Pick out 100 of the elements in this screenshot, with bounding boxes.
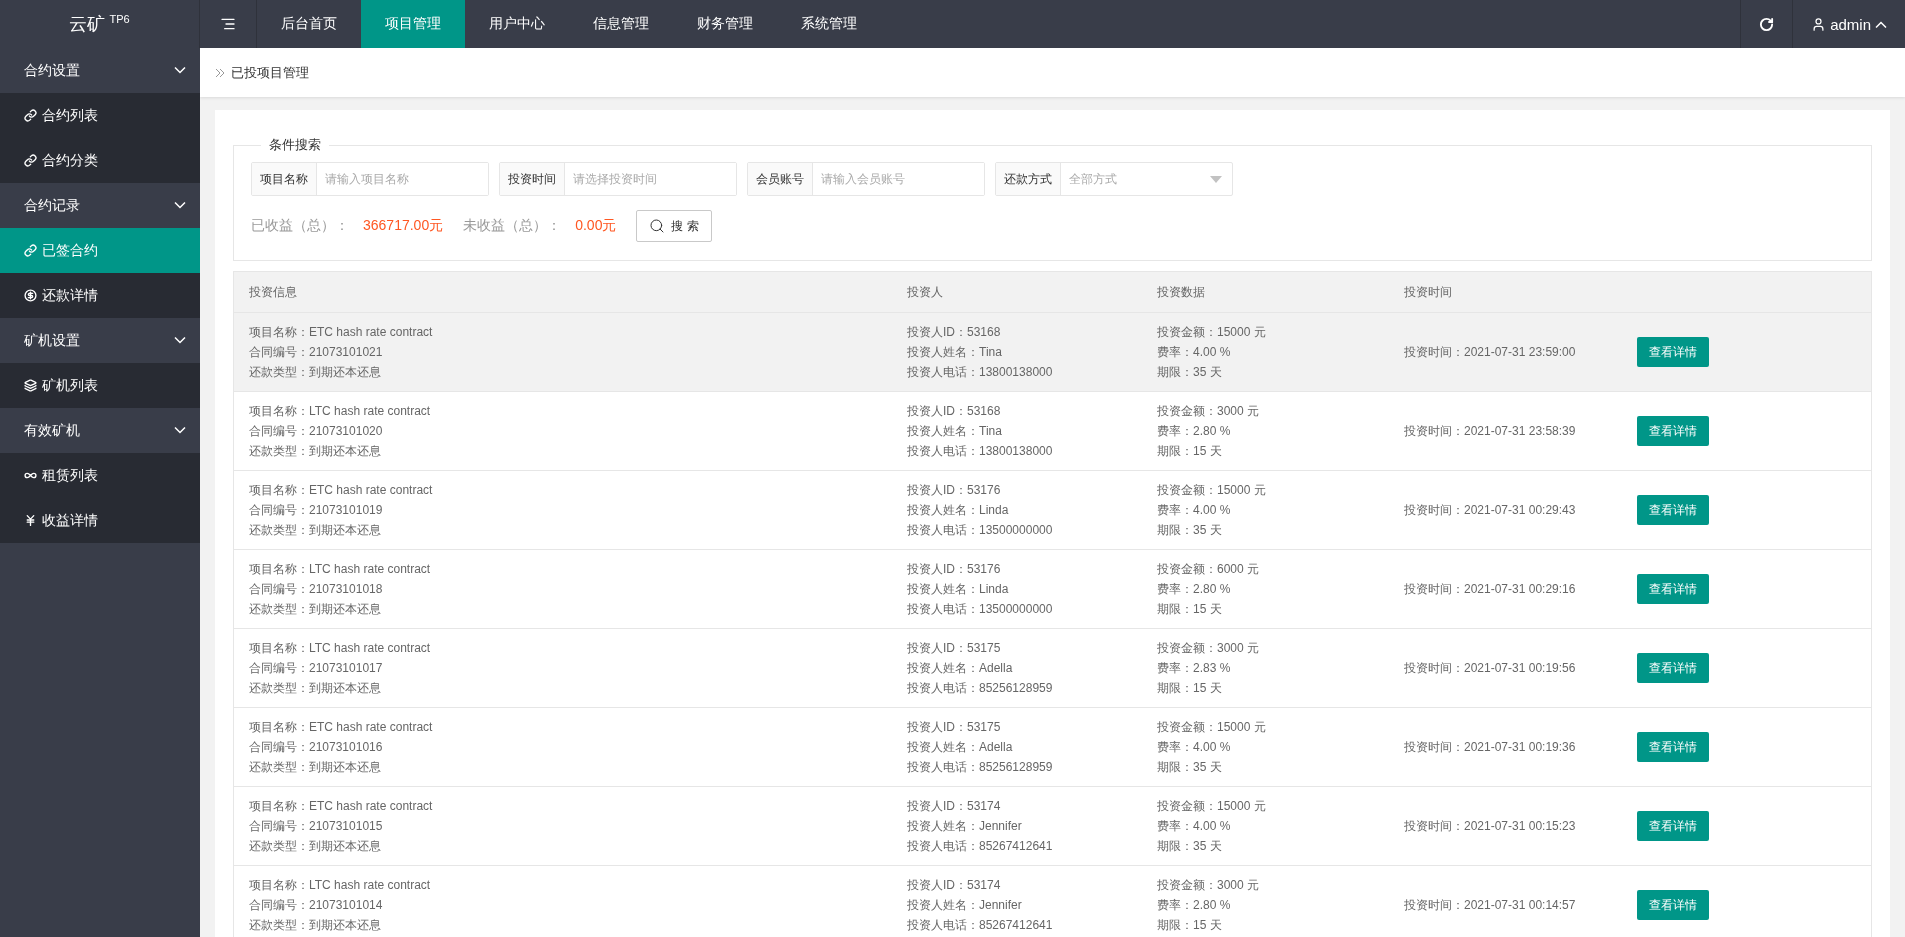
table-cell-text: 投资人姓名：Tina	[907, 344, 1003, 361]
table-cell-text: 期限：35 天	[1157, 522, 1223, 539]
search-icon	[649, 218, 666, 234]
total-value: 0.00元	[575, 217, 617, 235]
table-cell-text: 还款类型：到期还本还息	[249, 917, 382, 934]
table-cell-text: 投资人姓名：Jennifer	[907, 818, 1023, 835]
table-cell-text: 投资人姓名：Linda	[907, 502, 1010, 519]
table-cell-text: 合同编号：21073101017	[249, 660, 384, 677]
sidebar-group-label: 矿机设置	[24, 331, 80, 350]
table-cell-text: 期限：15 天	[1157, 680, 1223, 697]
table-cell-text: 期限：15 天	[1157, 443, 1223, 460]
column-header: 投资人	[906, 283, 944, 301]
table-cell-text: 投资金额：15000 元	[1157, 482, 1267, 499]
table-cell-text: 合同编号：21073101020	[249, 423, 384, 440]
table-cell-text: 投资金额：6000 元	[1157, 561, 1261, 578]
table-cell-text: 还款类型：到期还本还息	[249, 759, 382, 776]
table-cell-text: 期限：15 天	[1157, 601, 1223, 618]
table-cell-text: 合同编号：21073101021	[249, 344, 384, 361]
sidebar-item[interactable]: 矿机列表	[0, 363, 200, 408]
table-cell-text: 费率：2.83 %	[1157, 660, 1232, 677]
detail-button[interactable]: 查看详情	[1637, 811, 1709, 841]
table-cell-text: 投资时间：2021-07-31 23:58:39	[1404, 423, 1577, 440]
detail-button[interactable]: 查看详情	[1637, 574, 1709, 604]
table-cell-text: 合同编号：21073101019	[249, 502, 384, 519]
table-cell-text: 费率：4.00 %	[1157, 502, 1232, 519]
table-cell-text: 项目名称：ETC hash rate contract	[249, 482, 434, 499]
nav-tab[interactable]: 系统管理	[777, 0, 881, 48]
chevron-icon	[174, 202, 186, 209]
table-cell-text: 投资时间：2021-07-31 00:14:57	[1404, 897, 1577, 914]
table-cell-text: 还款类型：到期还本还息	[249, 443, 382, 460]
input-field[interactable]: 项目名称 请输入项目名称	[251, 162, 489, 196]
nav-tab[interactable]: 用户中心	[465, 0, 569, 48]
table-cell-text: 项目名称：ETC hash rate contract	[249, 324, 434, 341]
table-cell-text: 投资人姓名：Jennifer	[907, 897, 1023, 914]
detail-button[interactable]: 查看详情	[1637, 653, 1709, 683]
table-cell-text: 还款类型：到期还本还息	[249, 601, 382, 618]
table-cell-text: 期限：35 天	[1157, 364, 1223, 381]
sidebar-group-label: 合约记录	[24, 196, 80, 215]
chevrons-icon	[215, 67, 225, 78]
detail-button[interactable]: 查看详情	[1637, 416, 1709, 446]
table-cell-text: 还款类型：到期还本还息	[249, 680, 382, 697]
sidebar-item[interactable]: 租赁列表	[0, 453, 200, 498]
table-cell-text: 期限：35 天	[1157, 759, 1223, 776]
link-icon	[24, 109, 37, 122]
table-cell-text: 投资人电话：13500000000	[907, 522, 1054, 539]
column-header: 投资信息	[248, 283, 298, 301]
table-cell-text: 项目名称：LTC hash rate contract	[249, 640, 432, 657]
table-cell-text: 还款类型：到期还本还息	[249, 522, 382, 539]
nav-tab[interactable]: 后台首页	[257, 0, 361, 48]
sidebar-item[interactable]: 合约分类	[0, 138, 200, 183]
table-cell-text: 项目名称：ETC hash rate contract	[249, 798, 434, 815]
detail-button[interactable]: 查看详情	[1637, 732, 1709, 762]
select-field[interactable]: 还款方式 全部方式	[995, 162, 1233, 196]
table-cell-text: 费率：2.80 %	[1157, 423, 1232, 440]
table-cell-text: 投资人电话：85267412641	[907, 838, 1054, 855]
breadcrumb: 已投项目管理	[231, 63, 309, 82]
chevron-icon	[1875, 20, 1887, 28]
total-label: 未收益（总）：	[463, 217, 562, 235]
sidebar-item[interactable]: 合约列表	[0, 93, 200, 138]
sidebar-group-label: 合约设置	[24, 61, 80, 80]
table-cell-text: 投资人电话：85267412641	[907, 917, 1054, 934]
table-cell-text: 投资人电话：13800138000	[907, 364, 1054, 381]
table-cell-text: 项目名称：LTC hash rate contract	[249, 403, 432, 420]
sidebar-item[interactable]: 还款详情	[0, 273, 200, 318]
table-cell-text: 投资时间：2021-07-31 00:15:23	[1404, 818, 1577, 835]
chevron-icon	[174, 337, 186, 344]
column-header: 投资数据	[1156, 283, 1206, 301]
detail-button[interactable]: 查看详情	[1637, 890, 1709, 920]
table-cell-text: 费率：4.00 %	[1157, 739, 1232, 756]
table-cell-text: 费率：4.00 %	[1157, 818, 1232, 835]
nav-tab[interactable]: 财务管理	[673, 0, 777, 48]
table-cell-text: 合同编号：21073101014	[249, 897, 384, 914]
input-field[interactable]: 会员账号 请输入会员账号	[747, 162, 985, 196]
sidebar-group-label: 有效矿机	[24, 421, 80, 440]
table-cell-text: 项目名称：ETC hash rate contract	[249, 719, 434, 736]
detail-button[interactable]: 查看详情	[1637, 337, 1709, 367]
column-header: 投资时间	[1403, 283, 1453, 301]
nav-tab[interactable]: 信息管理	[569, 0, 673, 48]
table-cell-text: 投资金额：15000 元	[1157, 719, 1267, 736]
search-button[interactable]: 搜 索	[636, 210, 712, 242]
caret-icon	[1210, 175, 1222, 183]
table-cell-text: 投资时间：2021-07-31 00:29:16	[1404, 581, 1577, 598]
yen-icon	[24, 514, 37, 527]
table-cell-text: 项目名称：LTC hash rate contract	[249, 877, 432, 894]
detail-button[interactable]: 查看详情	[1637, 495, 1709, 525]
table-cell-text: 还款类型：到期还本还息	[249, 364, 382, 381]
table-cell-text: 期限：35 天	[1157, 838, 1223, 855]
table-cell-text: 投资人电话：13800138000	[907, 443, 1054, 460]
input-field[interactable]: 投资时间 请选择投资时间	[499, 162, 737, 196]
table-cell-text: 投资人姓名：Adella	[907, 660, 1014, 677]
table-cell-text: 投资人电话：13500000000	[907, 601, 1054, 618]
sidebar-item[interactable]: 已签合约	[0, 228, 200, 273]
logo-text: 云矿 $^{TP6}$	[69, 12, 130, 36]
table-cell-text: 投资时间：2021-07-31 00:19:56	[1404, 660, 1577, 677]
dollar-icon	[24, 289, 37, 302]
sidebar-item[interactable]: 收益详情	[0, 498, 200, 543]
nav-tab[interactable]: 项目管理	[361, 0, 465, 48]
table-cell-text: 投资人ID：53175	[907, 719, 1002, 736]
table-cell-text: 投资人ID：53168	[907, 324, 1002, 341]
chevron-icon	[174, 67, 186, 74]
